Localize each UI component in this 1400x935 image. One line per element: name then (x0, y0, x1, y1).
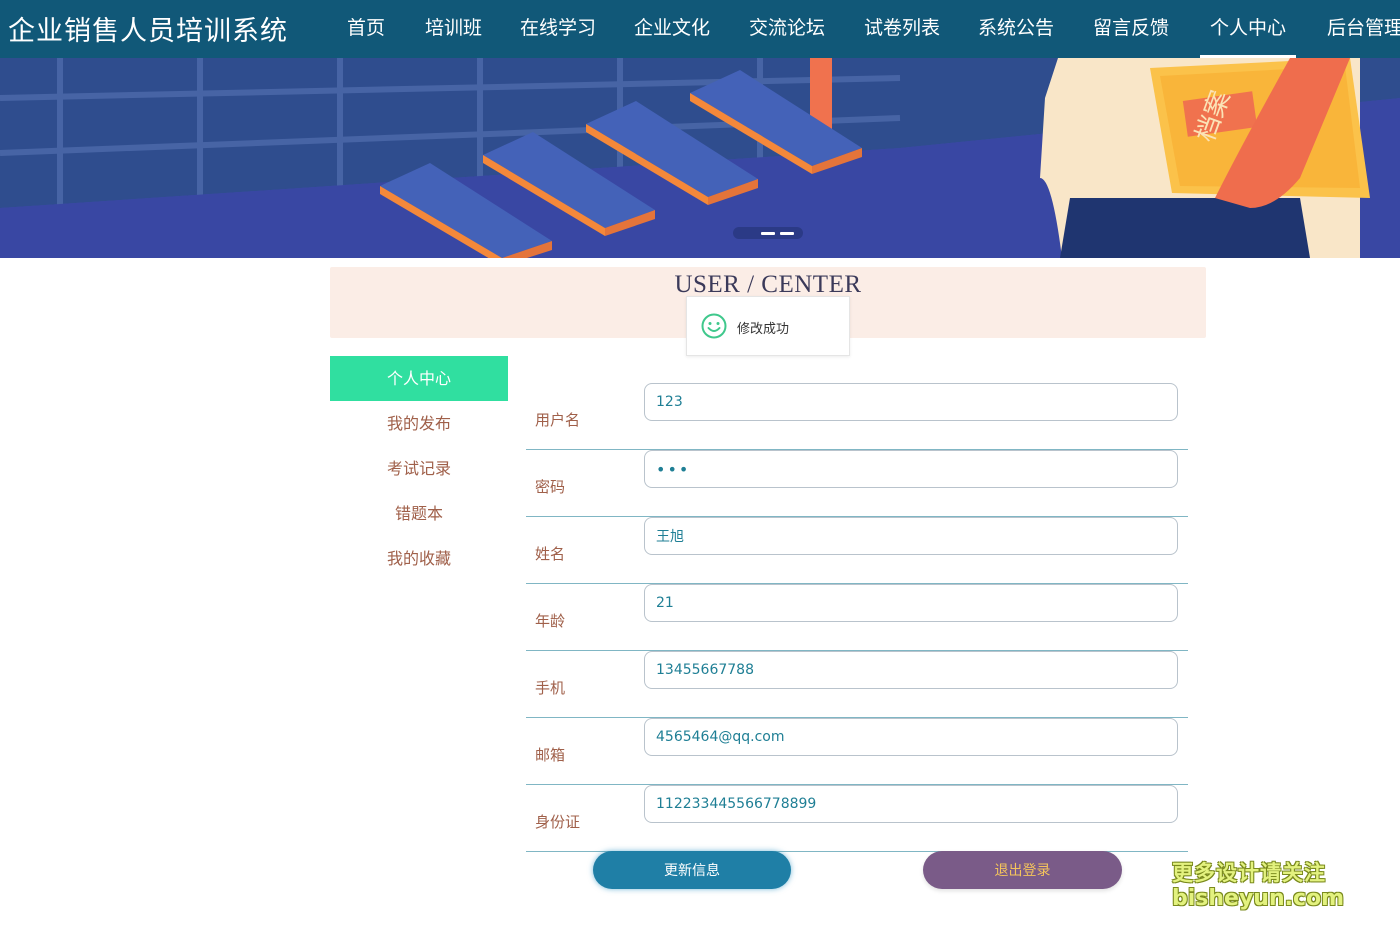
nav-personal-center[interactable]: 个人中心 (1199, 0, 1297, 58)
username-input[interactable] (644, 383, 1178, 421)
side-item-personal-center[interactable]: 个人中心 (330, 356, 508, 401)
age-input[interactable] (644, 584, 1178, 622)
side-menu: 个人中心 我的发布 考试记录 错题本 我的收藏 (330, 356, 508, 581)
site-title: 企业销售人员培训系统 (8, 16, 288, 47)
form-row-age: 年龄 (526, 584, 1188, 651)
form-row-password: 密码 (526, 450, 1188, 517)
carousel-dot[interactable] (761, 232, 775, 235)
toast-message: 修改成功 (737, 322, 790, 337)
nav-admin[interactable]: 后台管理 (1327, 0, 1400, 58)
nav-corporate-culture[interactable]: 企业文化 (634, 0, 710, 58)
password-input[interactable] (644, 450, 1178, 488)
email-input[interactable] (644, 718, 1178, 756)
phone-label: 手机 (535, 679, 566, 697)
form-row-name: 姓名 (526, 517, 1188, 584)
side-item-wrong-questions[interactable]: 错题本 (330, 491, 508, 536)
banner-illustration: 档案 (0, 58, 1400, 258)
carousel-indicator[interactable] (733, 227, 803, 239)
update-info-button[interactable]: 更新信息 (593, 851, 791, 889)
name-input[interactable] (644, 517, 1178, 555)
watermark-line1: 更多设计请关注 (1172, 861, 1326, 885)
age-label: 年龄 (535, 612, 566, 630)
nav-home[interactable]: 首页 (347, 0, 385, 58)
side-item-my-posts[interactable]: 我的发布 (330, 401, 508, 446)
form-row-phone: 手机 (526, 651, 1188, 718)
email-label: 邮箱 (535, 746, 566, 764)
nav-online-learning[interactable]: 在线学习 (520, 0, 596, 58)
id-card-label: 身份证 (535, 813, 581, 831)
carousel-dot[interactable] (780, 232, 794, 235)
form-row-email: 邮箱 (526, 718, 1188, 785)
nav-feedback[interactable]: 留言反馈 (1093, 0, 1169, 58)
side-item-favorites[interactable]: 我的收藏 (330, 536, 508, 581)
watermark: 更多设计请关注 bisheyun.com (1172, 860, 1344, 912)
smile-icon (701, 313, 727, 339)
page-title: USER / CENTER (674, 271, 862, 298)
nav-forum[interactable]: 交流论坛 (749, 0, 825, 58)
banner-carousel: 档案 (0, 58, 1400, 258)
top-navigation-bar: 企业销售人员培训系统 首页 培训班 在线学习 企业文化 交流论坛 试卷列表 系统… (0, 0, 1400, 58)
phone-input[interactable] (644, 651, 1178, 689)
username-label: 用户名 (535, 411, 581, 429)
password-label: 密码 (535, 478, 566, 496)
nav-training-class[interactable]: 培训班 (425, 0, 482, 58)
watermark-line2: bisheyun.com (1172, 886, 1345, 911)
nav-announcements[interactable]: 系统公告 (978, 0, 1054, 58)
name-label: 姓名 (535, 545, 566, 563)
side-item-exam-records[interactable]: 考试记录 (330, 446, 508, 491)
logout-button[interactable]: 退出登录 (923, 851, 1122, 889)
form-row-username: 用户名 (526, 383, 1188, 450)
id-card-input[interactable] (644, 785, 1178, 823)
form-row-id-card: 身份证 (526, 785, 1188, 852)
nav-exam-list[interactable]: 试卷列表 (864, 0, 940, 58)
success-toast: 修改成功 (686, 296, 850, 356)
